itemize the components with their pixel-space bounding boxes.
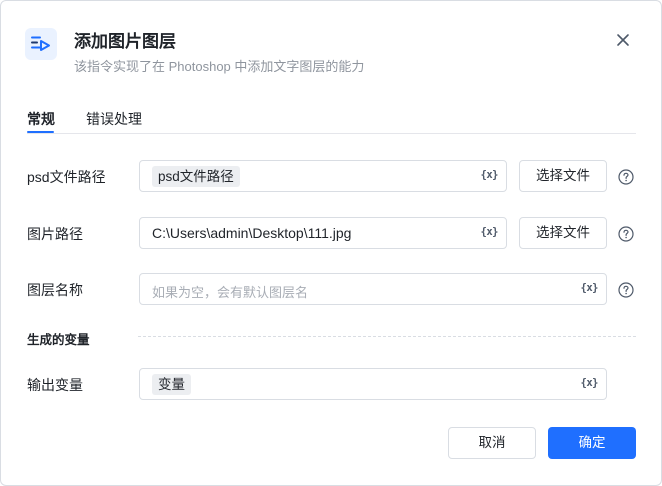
cancel-button[interactable]: 取消: [448, 427, 536, 459]
image-select-file-button[interactable]: 选择文件: [519, 217, 607, 249]
tab-general[interactable]: 常规: [27, 109, 55, 129]
dialog-subtitle: 该指令实现了在 Photoshop 中添加文字图层的能力: [74, 59, 365, 74]
image-path-value: C:\Users\admin\Desktop\111.jpg: [152, 225, 352, 241]
variable-icon[interactable]: {x}: [481, 169, 499, 181]
psd-path-input[interactable]: psd文件路径 {x}: [139, 160, 507, 192]
dialog-title: 添加图片图层: [74, 32, 176, 51]
psd-select-file-button[interactable]: 选择文件: [519, 160, 607, 192]
layer-name-input[interactable]: 如果为空，会有默认图层名 {x}: [139, 273, 607, 305]
help-icon[interactable]: [618, 226, 634, 242]
layer-name-placeholder: 如果为空，会有默认图层名: [152, 285, 309, 300]
variable-icon[interactable]: {x}: [581, 377, 599, 389]
close-icon[interactable]: [613, 30, 633, 50]
add-image-layer-dialog: 添加图片图层 该指令实现了在 Photoshop 中添加文字图层的能力 常规 错…: [0, 0, 662, 486]
variable-icon[interactable]: {x}: [481, 226, 499, 238]
help-icon[interactable]: [618, 169, 634, 185]
tab-error-handling[interactable]: 错误处理: [86, 109, 142, 129]
variable-icon[interactable]: {x}: [581, 282, 599, 294]
image-path-input[interactable]: C:\Users\admin\Desktop\111.jpg {x}: [139, 217, 507, 249]
tab-divider: [27, 133, 636, 134]
output-variable-chip[interactable]: 变量: [152, 374, 191, 395]
layer-name-label: 图层名称: [27, 282, 83, 298]
layers-play-icon: [25, 28, 57, 60]
image-path-label: 图片路径: [27, 226, 83, 242]
section-divider: [138, 336, 636, 337]
generated-variables-heading: 生成的变量: [27, 333, 90, 347]
output-variable-label: 输出变量: [27, 377, 83, 393]
confirm-button[interactable]: 确定: [548, 427, 636, 459]
psd-path-chip[interactable]: psd文件路径: [152, 166, 240, 187]
psd-path-label: psd文件路径: [27, 169, 106, 185]
help-icon[interactable]: [618, 282, 634, 298]
output-variable-input[interactable]: 变量 {x}: [139, 368, 607, 400]
